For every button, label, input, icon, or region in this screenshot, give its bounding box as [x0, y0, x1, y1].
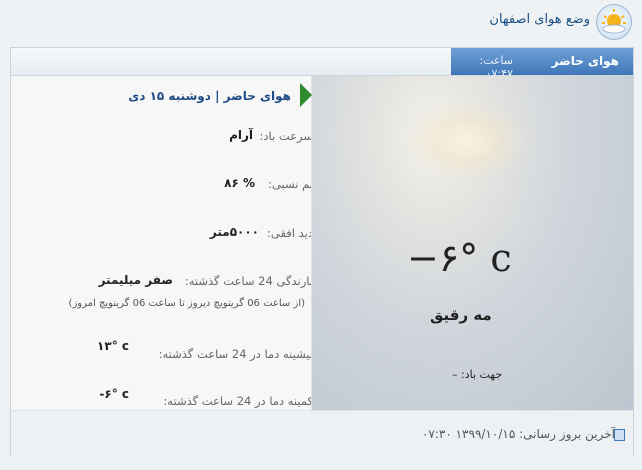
current-weather-heading: هوای حاضر | دوشنبه ۱۵ دی [128, 89, 291, 103]
tab-current-label: هوای حاضر [551, 54, 619, 68]
visibility-label: دید افقی: [267, 226, 312, 240]
site-title[interactable]: وضع هوای اصفهان [489, 12, 590, 27]
details-column: هوای حاضر | دوشنبه ۱۵ دی سرعت باد: آرام … [11, 76, 312, 410]
visibility-value: ۵۰۰۰متر [209, 225, 259, 239]
footer-bar: آخرین بروز رسانی: ۱۳۹۹/۱۰/۱۵ ۰۷:۳۰ [11, 410, 633, 457]
last-update-text: آخرین بروز رسانی: ۱۳۹۹/۱۰/۱۵ ۰۷:۳۰ [421, 427, 615, 441]
tab-bar: هوای حاضر ساعت: ۰۷:۴۷ [11, 48, 633, 80]
max-temp-label: بیشینه دما در 24 ساعت گذشته: [158, 347, 312, 361]
document-icon [614, 429, 625, 441]
weather-panel: هوای حاضر ساعت: ۰۷:۴۷ هوای حاضر | دوشنبه… [10, 47, 634, 457]
haze-cloud-icon [407, 101, 527, 181]
weather-image-area: −۶° c مه رقیق جهت باد: – [312, 76, 633, 410]
min-temp-label: کمینه دما در 24 ساعت گذشته: [163, 394, 312, 408]
tab-current-weather[interactable]: هوای حاضر ساعت: ۰۷:۴۷ [451, 48, 633, 80]
max-temp-value: ۱۳° c [97, 339, 129, 353]
wind-speed-value: آرام [229, 128, 253, 142]
site-header: وضع هوای اصفهان [0, 0, 642, 46]
humidity-label: نم نسبی: [268, 177, 312, 191]
wind-direction: جهت باد: – [452, 368, 503, 381]
precip-value: صفر میلیمتر [98, 273, 173, 287]
weather-condition: مه رقیق [430, 306, 492, 324]
precip-note: (از ساعت 06 گرینویچ دیروز تا ساعت 06 گری… [68, 298, 305, 309]
section-marker-arrow [300, 83, 312, 107]
wind-speed-label: سرعت باد: [259, 129, 312, 143]
min-temp-value: -۶° c [99, 387, 129, 401]
humidity-value: % ۸۶ [224, 176, 255, 190]
sun-cloud-icon [596, 4, 632, 40]
precip-label: بارندگی 24 ساعت گذشته: [184, 274, 312, 288]
current-temperature: −۶° c [407, 236, 512, 280]
